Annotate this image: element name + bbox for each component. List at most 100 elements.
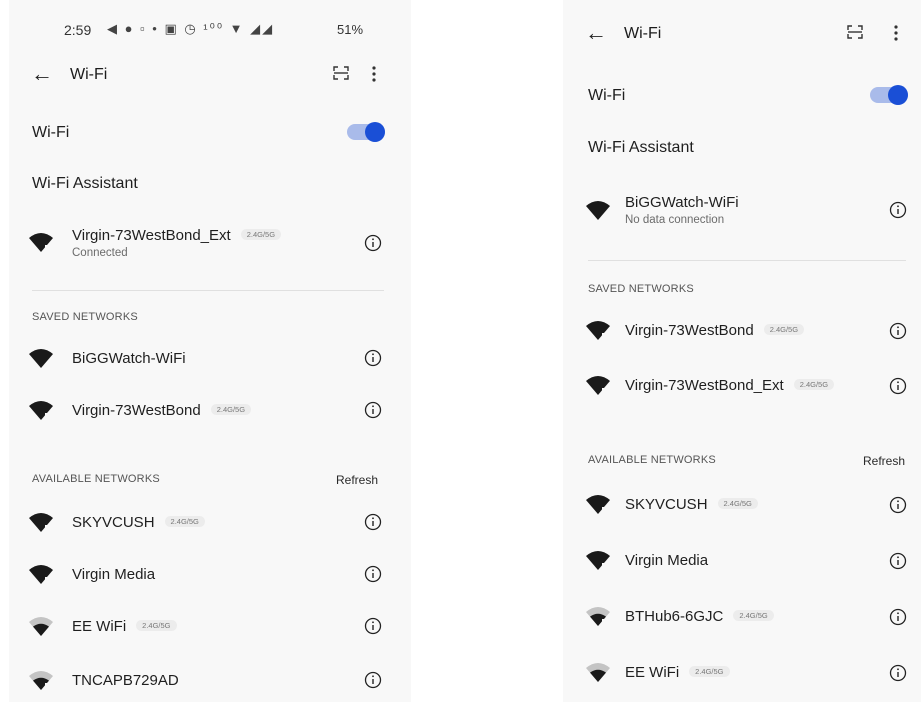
band-badge: 2.4G/5G bbox=[733, 610, 774, 621]
saved-network-row[interactable]: Virgin-73WestBond_Ext 2.4G/5G bbox=[563, 367, 921, 407]
info-icon[interactable] bbox=[889, 608, 907, 626]
wifi-full-icon bbox=[586, 551, 610, 570]
network-name: SKYVCUSH 2.4G/5G bbox=[625, 496, 758, 513]
wifi-full-icon bbox=[586, 201, 610, 220]
more-options-icon[interactable] bbox=[371, 66, 377, 82]
available-network-row[interactable]: BTHub6-6GJC 2.4G/5G bbox=[563, 598, 921, 638]
available-network-row[interactable]: EE WiFi 2.4G/5G bbox=[9, 608, 411, 648]
info-icon[interactable] bbox=[889, 201, 907, 219]
info-icon[interactable] bbox=[889, 377, 907, 395]
wifi-weak-icon bbox=[29, 617, 53, 636]
network-name-text: EE WiFi bbox=[72, 618, 127, 635]
network-status: Connected bbox=[72, 247, 128, 259]
wifi-weak-icon bbox=[586, 663, 610, 682]
info-icon[interactable] bbox=[364, 401, 382, 419]
refresh-button[interactable]: Refresh bbox=[863, 454, 905, 468]
saved-networks-header: SAVED NETWORKS bbox=[588, 283, 694, 295]
back-arrow-icon[interactable]: ← bbox=[31, 63, 53, 85]
saved-network-row[interactable]: Virgin-73WestBond 2.4G/5G bbox=[563, 312, 921, 352]
wifi-toggle[interactable] bbox=[347, 122, 385, 142]
saved-network-row[interactable]: Virgin-73WestBond 2.4G/5G bbox=[9, 392, 411, 432]
connected-network-row[interactable]: BiGGWatch-WiFi No data connection bbox=[563, 190, 921, 230]
wifi-weak-icon bbox=[29, 671, 53, 690]
wifi-full-icon bbox=[29, 401, 53, 420]
info-icon[interactable] bbox=[889, 664, 907, 682]
band-badge: 2.4G/5G bbox=[763, 324, 805, 335]
network-name: Virgin Media bbox=[625, 552, 708, 569]
info-icon[interactable] bbox=[364, 671, 382, 689]
connected-network-row[interactable]: Virgin-73WestBond_Ext 2.4G/5G Connected bbox=[9, 224, 411, 264]
page-title: Wi-Fi bbox=[70, 66, 108, 83]
wifi-full-icon bbox=[29, 565, 53, 584]
network-name-text: Virgin-73WestBond bbox=[72, 402, 201, 419]
wifi-full-icon bbox=[586, 495, 610, 514]
network-name-text: BiGGWatch-WiFi bbox=[625, 194, 739, 211]
available-network-row[interactable]: SKYVCUSH 2.4G/5G bbox=[9, 504, 411, 544]
qr-scan-icon[interactable] bbox=[333, 66, 349, 80]
status-time: 2:59 bbox=[64, 22, 92, 38]
info-icon[interactable] bbox=[364, 565, 382, 583]
info-icon[interactable] bbox=[364, 234, 382, 252]
network-name-text: SKYVCUSH bbox=[625, 496, 708, 513]
saved-networks-header: SAVED NETWORKS bbox=[32, 311, 138, 323]
divider bbox=[32, 290, 384, 291]
network-name-text: SKYVCUSH bbox=[72, 514, 155, 531]
network-name: BiGGWatch-WiFi bbox=[625, 194, 739, 211]
band-badge: 2.4G/5G bbox=[164, 516, 205, 527]
info-icon[interactable] bbox=[889, 496, 907, 514]
network-name: Virgin-73WestBond 2.4G/5G bbox=[625, 322, 805, 339]
wifi-full-icon bbox=[29, 233, 53, 252]
wifi-toggle[interactable] bbox=[870, 85, 908, 105]
network-name: EE WiFi 2.4G/5G bbox=[72, 618, 177, 635]
network-name-text: Virgin Media bbox=[72, 566, 156, 583]
available-networks-header: AVAILABLE NETWORKS bbox=[32, 473, 160, 485]
network-name-text: BiGGWatch-WiFi bbox=[72, 350, 186, 367]
network-name: SKYVCUSH 2.4G/5G bbox=[72, 514, 205, 531]
network-name: EE WiFi 2.4G/5G bbox=[625, 664, 730, 681]
network-name: BiGGWatch-WiFi bbox=[72, 350, 186, 367]
network-name-text: EE WiFi bbox=[625, 664, 680, 681]
page-title: Wi-Fi bbox=[624, 25, 662, 42]
wifi-toggle-label: Wi-Fi bbox=[32, 124, 70, 141]
right-screenshot: ← Wi-Fi Wi-Fi Wi-Fi Assistant BiGGWatch-… bbox=[563, 0, 921, 702]
wifi-full-icon bbox=[586, 321, 610, 340]
qr-scan-icon[interactable] bbox=[847, 25, 863, 39]
band-badge: 2.4G/5G bbox=[240, 229, 282, 240]
available-network-row[interactable]: Virgin Media bbox=[563, 542, 921, 582]
available-networks-header: AVAILABLE NETWORKS bbox=[588, 454, 716, 466]
available-network-row[interactable]: SKYVCUSH 2.4G/5G bbox=[563, 486, 921, 526]
network-name-text: Virgin Media bbox=[625, 552, 709, 569]
network-name-text: TNCAPB729AD bbox=[72, 672, 179, 689]
network-name: Virgin-73WestBond_Ext 2.4G/5G bbox=[625, 377, 835, 394]
network-name-text: Virgin-73WestBond_Ext bbox=[625, 377, 784, 394]
network-name: Virgin-73WestBond 2.4G/5G bbox=[72, 402, 252, 419]
band-badge: 2.4G/5G bbox=[793, 379, 835, 390]
info-icon[interactable] bbox=[889, 322, 907, 340]
refresh-button[interactable]: Refresh bbox=[336, 473, 378, 487]
back-arrow-icon[interactable]: ← bbox=[585, 22, 607, 44]
network-status: No data connection bbox=[625, 214, 725, 226]
available-network-row[interactable]: Virgin Media bbox=[9, 556, 411, 596]
wifi-weak-icon bbox=[586, 607, 610, 626]
wifi-full-icon bbox=[29, 349, 53, 368]
divider bbox=[588, 260, 906, 261]
network-name: TNCAPB729AD bbox=[72, 672, 179, 689]
band-badge: 2.4G/5G bbox=[689, 666, 730, 677]
info-icon[interactable] bbox=[364, 513, 382, 531]
wifi-toggle-label: Wi-Fi bbox=[588, 87, 626, 104]
saved-network-row[interactable]: BiGGWatch-WiFi bbox=[9, 340, 411, 380]
more-options-icon[interactable] bbox=[893, 25, 899, 41]
wifi-assistant-item[interactable]: Wi-Fi Assistant bbox=[32, 175, 138, 193]
info-icon[interactable] bbox=[364, 617, 382, 635]
wifi-full-icon bbox=[586, 376, 610, 395]
available-network-row[interactable]: TNCAPB729AD bbox=[9, 662, 411, 702]
network-name-text: BTHub6-6GJC bbox=[625, 608, 724, 625]
wifi-assistant-item[interactable]: Wi-Fi Assistant bbox=[588, 139, 694, 157]
left-screenshot: 2:59 ◀ ● ▫ • ▣ ◷ ¹⁰⁰ ▼ ◢◢ 51% ← Wi-Fi Wi… bbox=[9, 0, 411, 702]
status-bar: 2:59 ◀ ● ▫ • ▣ ◷ ¹⁰⁰ ▼ ◢◢ 51% bbox=[9, 18, 411, 44]
band-badge: 2.4G/5G bbox=[210, 404, 252, 415]
available-network-row[interactable]: EE WiFi 2.4G/5G bbox=[563, 654, 921, 694]
info-icon[interactable] bbox=[364, 349, 382, 367]
network-name-text: Virgin-73WestBond bbox=[625, 322, 754, 339]
info-icon[interactable] bbox=[889, 552, 907, 570]
